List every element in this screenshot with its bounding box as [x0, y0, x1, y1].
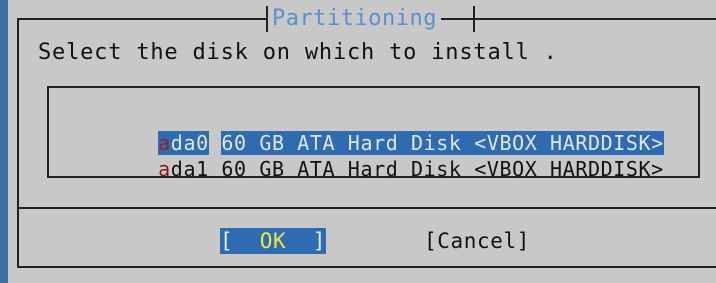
- disk-option-ada0[interactable]: ada0 60 GB ATA Hard Disk <VBOX HARDDISK>: [57, 104, 664, 155]
- disk-list: ada0 60 GB ATA Hard Disk <VBOX HARDDISK>…: [47, 86, 700, 181]
- partitioning-dialog: Partitioning Select the disk on which to…: [8, 0, 716, 283]
- title-divider-right: [473, 6, 475, 32]
- button-separator: [17, 207, 716, 209]
- ok-label: OK: [259, 229, 287, 253]
- dialog-prompt: Select the disk on which to install .: [38, 40, 558, 65]
- cancel-button[interactable]: [Cancel]: [424, 228, 530, 254]
- ok-button[interactable]: [ OK ]: [220, 228, 326, 254]
- disk-option-ada1[interactable]: ada1 60 GB ATA Hard Disk <VBOX HARDDISK>: [57, 130, 664, 181]
- dialog-title: Partitioning: [268, 4, 441, 34]
- ok-bracket-open: [: [220, 229, 234, 253]
- disk-id: da1: [170, 157, 209, 181]
- screen: Partitioning Select the disk on which to…: [0, 0, 716, 283]
- ok-bracket-close: ]: [312, 229, 326, 253]
- disk-description: 60 GB ATA Hard Disk <VBOX HARDDISK>: [221, 157, 664, 181]
- disk-hotkey: a: [158, 157, 171, 181]
